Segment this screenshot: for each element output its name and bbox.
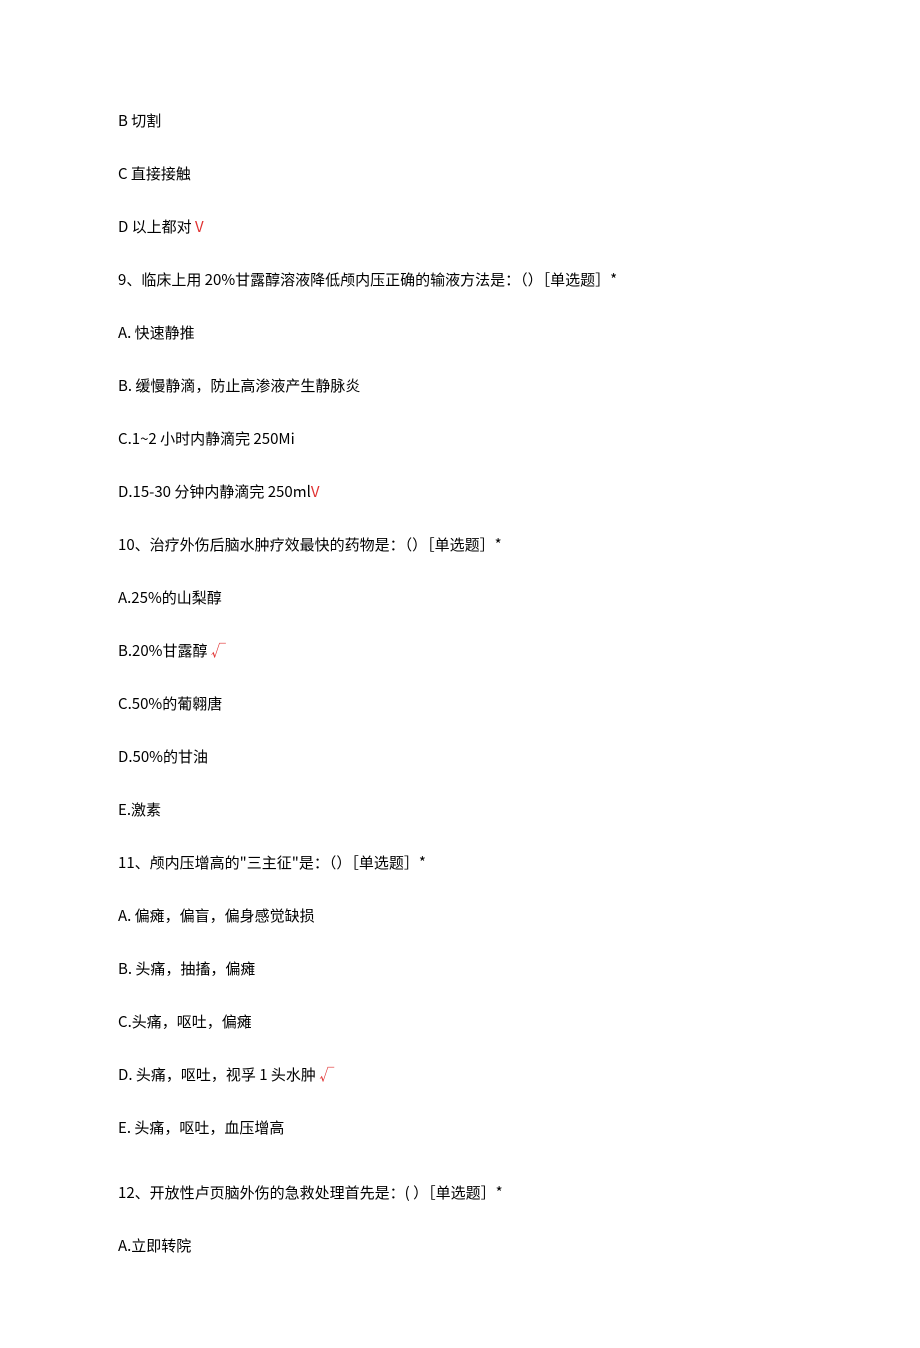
q11-stem: 11、颅内压增高的"三主征"是：（）［单选题］* — [118, 852, 802, 873]
q12-option-a: A.立即转院 — [118, 1235, 802, 1256]
q10-option-a: A.25%的山梨醇 — [118, 587, 802, 608]
q9-stem: 9、临床上用 20%甘露醇溶液降低颅内压正确的输液方法是：（）［单选题］* — [118, 269, 802, 290]
q10-option-c: C.50%的葡翱唐 — [118, 693, 802, 714]
q9-option-b-text: B. 缓慢静滴，防止高渗液产生静脉炎 — [118, 375, 360, 396]
q10-option-c-text: C.50%的葡翱唐 — [118, 693, 222, 714]
correct-mark-icon: √ — [319, 1064, 334, 1085]
q10-option-d: D.50%的甘油 — [118, 746, 802, 767]
correct-mark-icon: V — [311, 481, 320, 502]
q11-option-a-text: A. 偏瘫，偏盲，偏身感觉缺损 — [118, 905, 315, 926]
correct-mark-icon: √ — [211, 640, 226, 661]
q10-option-a-text: A.25%的山梨醇 — [118, 587, 222, 608]
q8-option-d: D 以上都对 V — [118, 216, 802, 237]
q8-option-c: C 直接接触 — [118, 163, 802, 184]
q10-option-b: B.20%甘露醇 √ — [118, 640, 802, 661]
q11-option-c-text: C.头痛，呕吐，偏瘫 — [118, 1011, 252, 1032]
q11-option-b-text: B. 头痛，抽搐，偏瘫 — [118, 958, 255, 979]
q11-option-a: A. 偏瘫，偏盲，偏身感觉缺损 — [118, 905, 802, 926]
q10-option-e: E.激素 — [118, 799, 802, 820]
q8-option-d-text: D 以上都对 — [118, 216, 195, 237]
q9-stem-text: 9、临床上用 20%甘露醇溶液降低颅内压正确的输液方法是：（）［单选题］* — [118, 269, 617, 290]
q11-option-c: C.头痛，呕吐，偏瘫 — [118, 1011, 802, 1032]
q11-option-e-text: E. 头痛，呕吐，血压增高 — [118, 1117, 284, 1138]
q9-option-a: A. 快速静推 — [118, 322, 802, 343]
q10-option-d-text: D.50%的甘油 — [118, 746, 208, 767]
q12-option-a-text: A.立即转院 — [118, 1235, 191, 1256]
q11-option-e: E. 头痛，呕吐，血压增高 — [118, 1117, 802, 1138]
q8-option-b-text: B 切割 — [118, 110, 161, 131]
q12-stem-text: 12、开放性卢页脑外伤的急救处理首先是：( ）［单选题］* — [118, 1182, 503, 1203]
q11-option-d-text: D. 头痛，呕吐，视孚 1 头水肿 — [118, 1064, 319, 1085]
q9-option-c-text: C.1~2 小时内静滴完 250Mi — [118, 428, 295, 449]
q11-option-d: D. 头痛，呕吐，视孚 1 头水肿 √ — [118, 1064, 802, 1085]
q9-option-a-text: A. 快速静推 — [118, 322, 195, 343]
correct-mark-icon: V — [195, 216, 204, 237]
q9-option-d-text: D.15-30 分钟内静滴完 250ml — [118, 481, 311, 502]
q9-option-d: D.15-30 分钟内静滴完 250mlV — [118, 481, 802, 502]
q8-option-c-text: C 直接接触 — [118, 163, 191, 184]
q10-option-e-text: E.激素 — [118, 799, 161, 820]
q10-stem: 10、治疗外伤后脑水肿疗效最快的药物是：（）［单选题］* — [118, 534, 802, 555]
q11-stem-text: 11、颅内压增高的"三主征"是：（）［单选题］* — [118, 852, 426, 873]
q9-option-c: C.1~2 小时内静滴完 250Mi — [118, 428, 802, 449]
q8-option-b: B 切割 — [118, 110, 802, 131]
q11-option-b: B. 头痛，抽搐，偏瘫 — [118, 958, 802, 979]
q12-stem: 12、开放性卢页脑外伤的急救处理首先是：( ）［单选题］* — [118, 1182, 802, 1203]
q10-stem-text: 10、治疗外伤后脑水肿疗效最快的药物是：（）［单选题］* — [118, 534, 502, 555]
q10-option-b-text: B.20%甘露醇 — [118, 640, 211, 661]
q9-option-b: B. 缓慢静滴，防止高渗液产生静脉炎 — [118, 375, 802, 396]
